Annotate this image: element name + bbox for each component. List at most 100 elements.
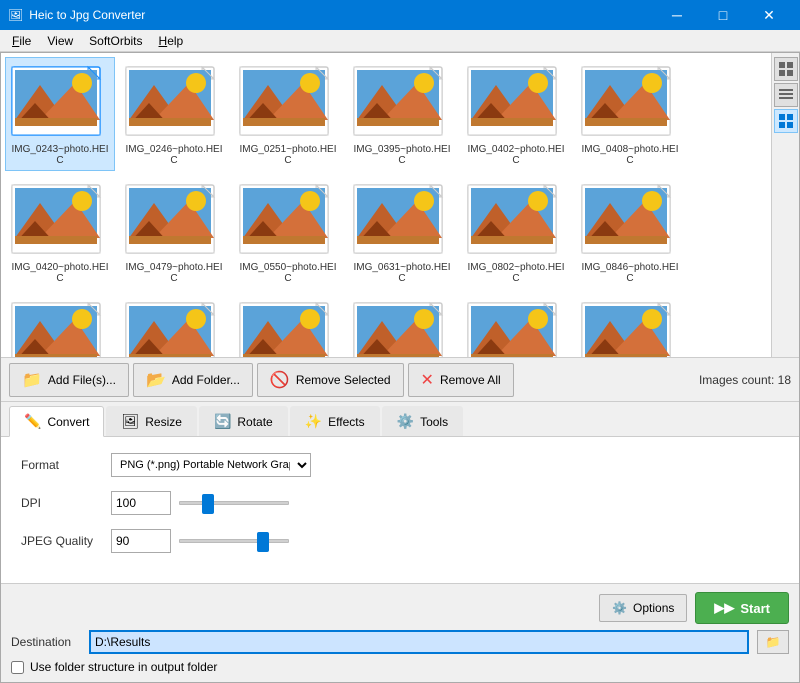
file-item[interactable]: IMG_0408~photo.HEIC	[575, 57, 685, 171]
file-label: IMG_0479~photo.HEIC	[124, 262, 224, 284]
tab-content-convert: Format PNG (*.png) Portable Network Grap…	[1, 437, 799, 583]
file-grid: IMG_0243~photo.HEIC IMG_0246~photo.HEIC	[1, 53, 771, 357]
file-item[interactable]: IMG_0243~photo.HEIC	[5, 57, 115, 171]
effects-icon: ✨	[305, 413, 322, 430]
file-item[interactable]: IMG_0402~photo.HEIC	[461, 57, 571, 171]
minimize-button[interactable]: ─	[654, 0, 700, 30]
convert-icon: ✏️	[24, 413, 41, 430]
menu-help[interactable]: Help	[151, 32, 192, 50]
file-label: IMG_0420~photo.HEIC	[10, 262, 110, 284]
remove-selected-button[interactable]: 🚫 Remove Selected	[257, 363, 404, 397]
format-control-area: PNG (*.png) Portable Network Graphics JP…	[111, 453, 779, 477]
menu-file[interactable]: File	[4, 32, 39, 50]
start-icon: ▶▶	[714, 600, 734, 616]
file-label: IMG_0402~photo.HEIC	[466, 144, 566, 166]
file-item[interactable]: IMG_0550~photo.HEIC	[233, 175, 343, 289]
file-item[interactable]: IMG_0631~photo.HEIC	[347, 175, 457, 289]
start-button[interactable]: ▶▶ Start	[695, 592, 789, 624]
remove-all-icon: ✕	[421, 370, 434, 390]
resize-icon: 🖼	[121, 413, 139, 430]
app-title: Heic to Jpg Converter	[29, 8, 145, 22]
file-item[interactable]: IMG_0bbb~photo.HEIC	[461, 293, 571, 357]
dpi-label: DPI	[21, 496, 111, 510]
add-files-icon: 📁	[22, 370, 42, 390]
file-label: IMG_0846~photo.HEIC	[580, 262, 680, 284]
dpi-slider-container	[179, 501, 779, 505]
tab-tools[interactable]: ⚙️ Tools	[382, 406, 463, 436]
file-item[interactable]: IMG_0aaa~photo.HEIC	[347, 293, 457, 357]
app-icon: 🖼	[8, 8, 23, 22]
menu-softorbits[interactable]: SoftOrbits	[81, 32, 150, 50]
tab-convert[interactable]: ✏️ Convert	[9, 406, 104, 437]
file-item[interactable]: IMG_0846~photo.HEIC	[575, 175, 685, 289]
folder-structure-checkbox[interactable]	[11, 661, 24, 674]
jpeg-quality-row: JPEG Quality	[21, 529, 779, 553]
format-row: Format PNG (*.png) Portable Network Grap…	[21, 453, 779, 477]
file-item[interactable]: IMG_0479~photo.HEIC	[119, 175, 229, 289]
destination-label: Destination	[11, 635, 81, 649]
tab-effects[interactable]: ✨ Effects	[290, 406, 380, 436]
jpeg-quality-slider-thumb[interactable]	[257, 532, 269, 552]
options-button[interactable]: ⚙️ Options	[599, 594, 687, 622]
jpeg-quality-label: JPEG Quality	[21, 534, 111, 548]
remove-all-button[interactable]: ✕ Remove All	[408, 363, 514, 397]
jpeg-quality-input[interactable]	[111, 529, 171, 553]
tabs-panel: ✏️ Convert 🖼 Resize 🔄 Rotate ✨ Effects ⚙…	[1, 402, 799, 583]
dpi-input[interactable]	[111, 491, 171, 515]
file-item[interactable]: IMG_0802~photo.HEIC	[461, 175, 571, 289]
dpi-slider-track	[179, 501, 289, 505]
maximize-button[interactable]: □	[700, 0, 746, 30]
file-item[interactable]: IMG_0ccc~photo.HEIC	[575, 293, 685, 357]
menu-bar: File View SoftOrbits Help	[0, 30, 800, 52]
view-list-button[interactable]	[774, 83, 798, 107]
menu-view[interactable]: View	[39, 32, 81, 50]
file-label: IMG_0395~photo.HEIC	[352, 144, 452, 166]
tools-icon: ⚙️	[397, 413, 414, 430]
file-item[interactable]: IMG_0251~photo.HEIC	[233, 57, 343, 171]
file-label: IMG_0408~photo.HEIC	[580, 144, 680, 166]
file-item[interactable]: IMG_0yyy~photo.HEIC	[119, 293, 229, 357]
bottom-buttons-row: ⚙️ Options ▶▶ Start	[11, 592, 789, 624]
folder-structure-label: Use folder structure in output folder	[30, 660, 217, 674]
tab-resize[interactable]: 🖼 Resize	[106, 406, 196, 436]
checkbox-row: Use folder structure in output folder	[11, 660, 789, 674]
options-icon: ⚙️	[612, 601, 627, 615]
rotate-icon: 🔄	[214, 413, 231, 430]
view-large-button[interactable]	[774, 109, 798, 133]
file-grid-container: IMG_0243~photo.HEIC IMG_0246~photo.HEIC	[1, 53, 799, 358]
jpeg-quality-slider-container	[179, 539, 779, 543]
file-label: IMG_0246~photo.HEIC	[124, 144, 224, 166]
file-label: IMG_0550~photo.HEIC	[238, 262, 338, 284]
file-label: IMG_0243~photo.HEIC	[10, 144, 110, 166]
remove-selected-icon: 🚫	[270, 370, 290, 390]
dpi-slider-thumb[interactable]	[202, 494, 214, 514]
destination-row: Destination 📁	[11, 630, 789, 654]
format-label: Format	[21, 458, 111, 472]
add-folder-button[interactable]: 📂 Add Folder...	[133, 363, 253, 397]
file-item[interactable]: IMG_0xxx~photo.HEIC	[5, 293, 115, 357]
add-files-button[interactable]: 📁 Add File(s)...	[9, 363, 129, 397]
file-label: IMG_0631~photo.HEIC	[352, 262, 452, 284]
view-thumbnails-button[interactable]	[774, 57, 798, 81]
close-button[interactable]: ✕	[746, 0, 792, 30]
title-bar: 🖼 Heic to Jpg Converter ─ □ ✕	[0, 0, 800, 30]
dpi-row: DPI	[21, 491, 779, 515]
tab-rotate[interactable]: 🔄 Rotate	[199, 406, 288, 436]
file-item[interactable]: IMG_0420~photo.HEIC	[5, 175, 115, 289]
file-item[interactable]: IMG_0395~photo.HEIC	[347, 57, 457, 171]
view-controls	[771, 53, 799, 357]
format-select[interactable]: PNG (*.png) Portable Network Graphics JP…	[111, 453, 311, 477]
browse-button[interactable]: 📁	[757, 630, 789, 654]
title-bar-controls: ─ □ ✕	[654, 0, 792, 30]
browse-icon: 📁	[766, 635, 781, 649]
title-bar-left: 🖼 Heic to Jpg Converter	[8, 8, 145, 22]
file-label: IMG_0251~photo.HEIC	[238, 144, 338, 166]
jpeg-quality-control-area	[111, 529, 779, 553]
file-item[interactable]: IMG_0zzz~photo.HEIC	[233, 293, 343, 357]
toolbar: 📁 Add File(s)... 📂 Add Folder... 🚫 Remov…	[1, 358, 799, 402]
destination-input[interactable]	[89, 630, 749, 654]
jpeg-quality-slider-track	[179, 539, 289, 543]
dpi-control-area	[111, 491, 779, 515]
add-folder-icon: 📂	[146, 370, 166, 390]
file-item[interactable]: IMG_0246~photo.HEIC	[119, 57, 229, 171]
